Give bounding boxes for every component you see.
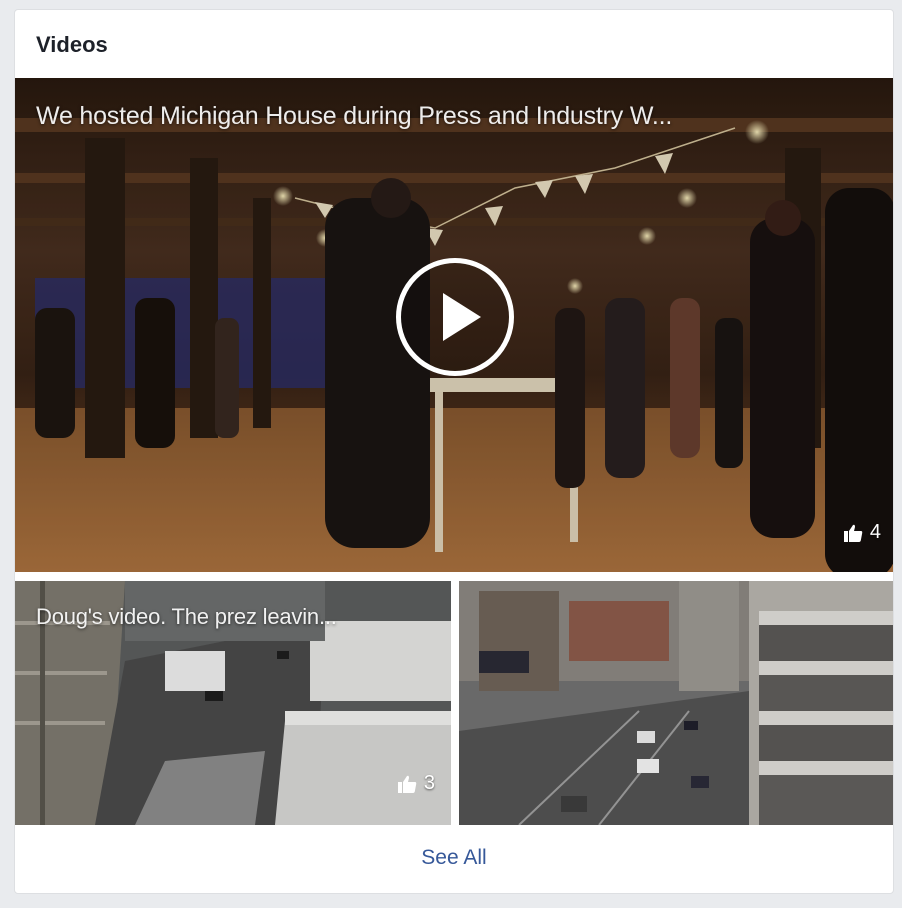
thumbs-up-icon [843, 524, 863, 542]
play-icon [443, 293, 481, 341]
like-count: 3 [397, 772, 435, 795]
video-item[interactable] [459, 581, 893, 825]
video-caption: Doug's video. The prez leavin... [36, 604, 337, 629]
like-count-value: 4 [869, 521, 881, 543]
like-count-value: 3 [423, 772, 435, 794]
video-caption: We hosted Michigan House during Press an… [36, 102, 673, 130]
see-all-link[interactable]: See All [15, 846, 893, 870]
featured-video[interactable]: We hosted Michigan House during Press an… [15, 78, 893, 572]
video-item[interactable]: Doug's video. The prez leavin... 3 [15, 581, 451, 825]
thumbs-up-icon [397, 775, 417, 793]
play-button[interactable] [396, 258, 514, 376]
videos-card: Videos We hosted Michigan House during P… [14, 9, 894, 894]
like-count: 4 [843, 521, 881, 544]
video-thumbnail-city-intersection [459, 581, 893, 825]
section-title: Videos [36, 32, 108, 57]
